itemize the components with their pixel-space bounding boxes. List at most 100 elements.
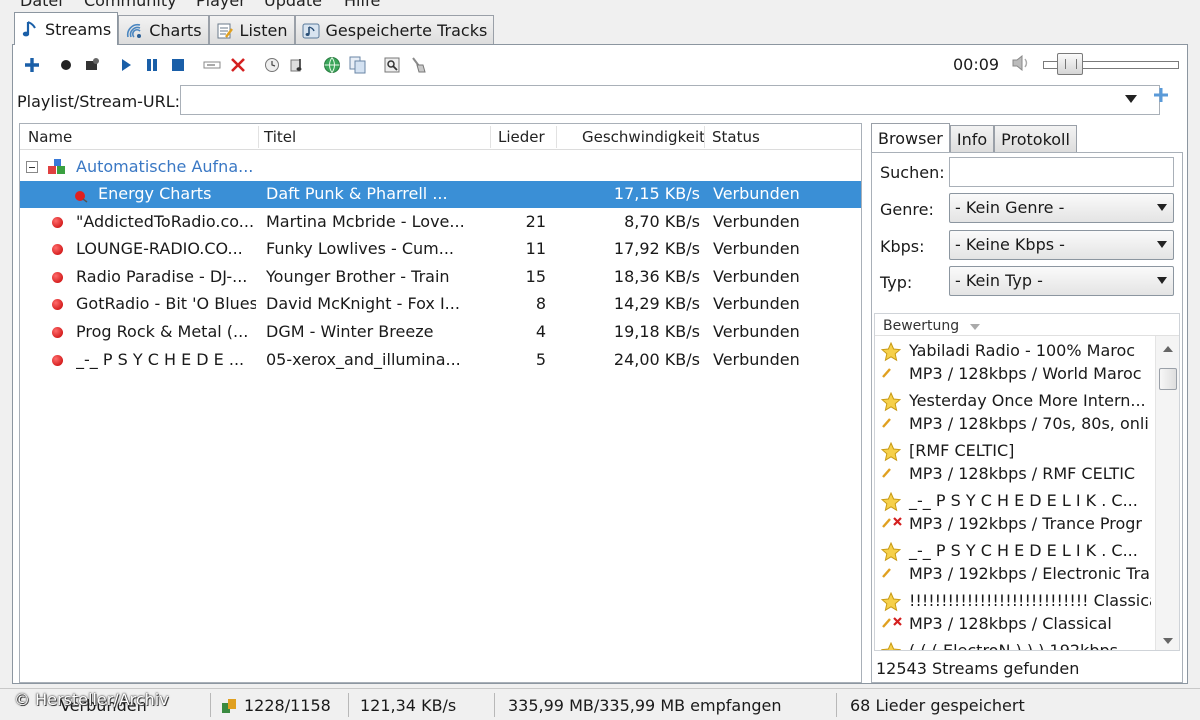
add-url-button[interactable] (1153, 87, 1169, 107)
genre-value: - Kein Genre - (955, 198, 1065, 217)
kbps-select[interactable]: - Keine Kbps - (949, 230, 1174, 260)
stream-row[interactable]: Radio Paradise - DJ-... Younger Brother … (20, 264, 861, 291)
station-item[interactable]: ( ( ( ElectroN ) ) ) 192kbps (875, 640, 1151, 651)
stream-row[interactable]: Energy Charts Daft Punk & Pharrell ... 1… (20, 181, 861, 208)
stop-record-button[interactable] (79, 53, 105, 77)
stream-speed: 8,70 KB/s (624, 212, 700, 231)
station-name: ( ( ( ElectroN ) ) ) 192kbps (909, 641, 1118, 651)
edit-icon (881, 414, 903, 433)
rating-header[interactable]: Bewertung (875, 314, 1179, 336)
station-item[interactable]: !!!!!!!!!!!!!!!!!!!!!!!!!!!! Classica...… (875, 590, 1151, 640)
tab-charts[interactable]: Charts (118, 15, 209, 45)
stream-url-input[interactable] (180, 85, 1160, 115)
tab-listen[interactable]: Listen (208, 15, 295, 45)
stop-button[interactable] (165, 53, 191, 77)
add-button[interactable] (19, 53, 45, 77)
scroll-down-icon[interactable] (1163, 638, 1173, 644)
menu-datei[interactable]: Datei (20, 0, 63, 10)
tab-gespeicherte-tracks[interactable]: Gespeicherte Tracks (294, 15, 495, 45)
star-icon[interactable] (880, 441, 902, 466)
star-icon[interactable] (880, 641, 902, 650)
menu-player[interactable]: Player (196, 0, 246, 10)
tab-info[interactable]: Info (949, 125, 995, 153)
star-icon[interactable] (880, 541, 902, 566)
search-label: Suchen: (880, 163, 945, 182)
rename-button[interactable] (199, 53, 225, 77)
web-button[interactable] (319, 53, 345, 77)
stream-status: Verbunden (713, 212, 800, 231)
streams-panel: 00:09 Playlist/Stream-URL: Name Titel Li… (12, 44, 1188, 684)
stream-status: Verbunden (713, 239, 800, 258)
stream-title: 05-xerox_and_illumina... (266, 350, 461, 369)
stream-row[interactable]: GotRadio - Bit 'O Blues David McKnight -… (20, 291, 861, 318)
station-name: _-_ P S Y C H E D E L I K . C... (909, 541, 1138, 560)
status-bar: Verbunden 1228/1158 121,34 KB/s 335,99 M… (0, 688, 1200, 720)
plus-icon (1154, 88, 1168, 102)
tab-streams[interactable]: Streams (14, 12, 119, 45)
column-title[interactable]: Titel (264, 128, 296, 146)
menu-community[interactable]: Community (84, 0, 177, 10)
cleanup-button[interactable] (405, 53, 431, 77)
play-icon (122, 59, 131, 71)
column-speed[interactable]: Geschwindigkeit (582, 128, 705, 146)
stream-name: _-_ P S Y C H E D E ... (76, 350, 245, 369)
station-item[interactable]: [RMF CELTIC] MP3 / 128kbps / RMF CELTIC (875, 440, 1151, 490)
copy-button[interactable] (345, 53, 371, 77)
song-button[interactable] (285, 53, 311, 77)
column-songs[interactable]: Lieder (498, 128, 545, 146)
station-name: Yesterday Once More Intern... (909, 391, 1146, 410)
stream-title: Martina Mcbride - Love... (266, 212, 465, 231)
track-counts: 1228/1158 (244, 696, 331, 715)
collapse-icon[interactable] (26, 161, 38, 173)
column-status[interactable]: Status (712, 128, 760, 146)
timer-button[interactable] (259, 53, 285, 77)
scrollbar-thumb[interactable] (1159, 368, 1177, 390)
status-dot-icon (52, 244, 63, 255)
rename-icon (203, 61, 221, 69)
record-button[interactable] (53, 53, 79, 77)
stream-name: LOUNGE-RADIO.CO... (76, 239, 243, 258)
stream-speed: 17,15 KB/s (613, 184, 700, 203)
star-icon[interactable] (880, 591, 902, 616)
status-dot-icon (52, 217, 63, 228)
search-input[interactable] (949, 157, 1174, 187)
search-button[interactable] (379, 53, 405, 77)
menu-update[interactable]: Update (264, 0, 322, 10)
menu-hilfe[interactable]: Hilfe (344, 0, 380, 10)
star-icon[interactable] (880, 491, 902, 516)
station-item[interactable]: Yesterday Once More Intern... MP3 / 128kb… (875, 390, 1151, 440)
station-item[interactable]: Yabiladi Radio - 100% Maroc MP3 / 128kbps… (875, 340, 1151, 390)
speaker-icon[interactable] (1011, 54, 1033, 75)
stream-row[interactable]: Prog Rock & Metal (... DGM - Winter Bree… (20, 319, 861, 346)
stream-row[interactable]: _-_ P S Y C H E D E ... 05-xerox_and_ill… (20, 347, 861, 374)
station-item[interactable]: _-_ P S Y C H E D E L I K . C... MP3 / 19… (875, 540, 1151, 590)
tab-protokoll[interactable]: Protokoll (994, 125, 1077, 153)
stream-title: Younger Brother - Train (266, 267, 450, 286)
received-data: 335,99 MB/335,99 MB empfangen (508, 696, 782, 715)
station-list-scrollbar[interactable] (1155, 336, 1179, 650)
column-name[interactable]: Name (28, 128, 72, 146)
stream-name: Energy Charts (98, 184, 212, 203)
star-icon[interactable] (880, 391, 902, 416)
station-name: _-_ P S Y C H E D E L I K . C... (909, 491, 1138, 510)
station-item[interactable]: _-_ P S Y C H E D E L I K . C... MP3 / 19… (875, 490, 1151, 540)
saved-tracks-icon (302, 22, 320, 40)
tab-browser[interactable]: Browser (871, 123, 950, 153)
genre-select[interactable]: - Kein Genre - (949, 193, 1174, 223)
play-button[interactable] (113, 53, 139, 77)
group-row-automatic[interactable]: Automatische Aufna... (20, 154, 861, 181)
delete-button[interactable] (225, 53, 251, 77)
station-list: Bewertung Yabiladi Radio - 100% Maroc MP3… (874, 313, 1180, 651)
chevron-down-icon[interactable] (1123, 91, 1139, 107)
status-dot-icon (52, 355, 63, 366)
type-select[interactable]: - Kein Typ - (949, 266, 1174, 296)
pause-button[interactable] (139, 53, 165, 77)
stream-row[interactable]: "AddictedToRadio.co... Martina Mcbride -… (20, 209, 861, 236)
chevron-down-icon (1157, 277, 1167, 284)
star-icon[interactable] (880, 341, 902, 366)
scroll-up-icon[interactable] (1163, 346, 1173, 352)
streams-found: 12543 Streams gefunden (876, 659, 1080, 678)
stream-row[interactable]: LOUNGE-RADIO.CO... Funky Lowlives - Cum.… (20, 236, 861, 263)
total-speed: 121,34 KB/s (360, 696, 457, 715)
volume-slider-thumb[interactable] (1057, 53, 1083, 75)
